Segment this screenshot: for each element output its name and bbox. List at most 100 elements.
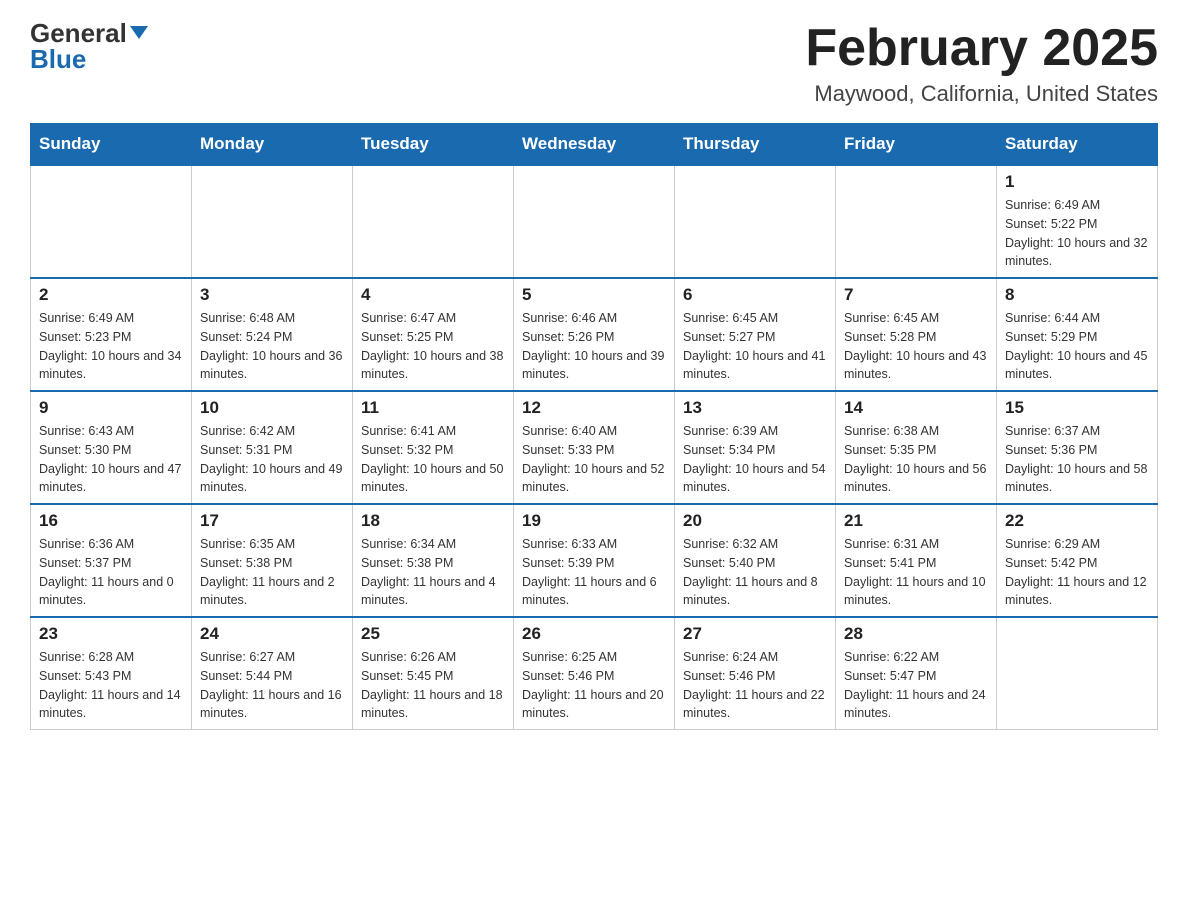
cell-daylight: Daylight: 11 hours and 20 minutes. [522, 688, 664, 721]
cell-sun-info: Sunrise: 6:29 AMSunset: 5:42 PMDaylight:… [1005, 535, 1149, 610]
cell-day-number: 24 [200, 624, 344, 644]
cell-day-number: 15 [1005, 398, 1149, 418]
cell-sun-info: Sunrise: 6:22 AMSunset: 5:47 PMDaylight:… [844, 648, 988, 723]
cell-sunset: Sunset: 5:25 PM [361, 330, 453, 344]
cell-sunrise: Sunrise: 6:33 AM [522, 537, 617, 551]
cell-sun-info: Sunrise: 6:46 AMSunset: 5:26 PMDaylight:… [522, 309, 666, 384]
calendar-cell [353, 165, 514, 278]
calendar-cell [192, 165, 353, 278]
cell-day-number: 4 [361, 285, 505, 305]
cell-sun-info: Sunrise: 6:39 AMSunset: 5:34 PMDaylight:… [683, 422, 827, 497]
calendar-cell: 14Sunrise: 6:38 AMSunset: 5:35 PMDayligh… [836, 391, 997, 504]
calendar-cell: 26Sunrise: 6:25 AMSunset: 5:46 PMDayligh… [514, 617, 675, 730]
cell-sun-info: Sunrise: 6:42 AMSunset: 5:31 PMDaylight:… [200, 422, 344, 497]
calendar-cell: 5Sunrise: 6:46 AMSunset: 5:26 PMDaylight… [514, 278, 675, 391]
cell-sunrise: Sunrise: 6:31 AM [844, 537, 939, 551]
cell-day-number: 27 [683, 624, 827, 644]
cell-day-number: 22 [1005, 511, 1149, 531]
cell-sunset: Sunset: 5:38 PM [361, 556, 453, 570]
cell-sun-info: Sunrise: 6:24 AMSunset: 5:46 PMDaylight:… [683, 648, 827, 723]
cell-sunrise: Sunrise: 6:27 AM [200, 650, 295, 664]
calendar-cell: 9Sunrise: 6:43 AMSunset: 5:30 PMDaylight… [31, 391, 192, 504]
cell-sunset: Sunset: 5:33 PM [522, 443, 614, 457]
col-wednesday: Wednesday [514, 124, 675, 166]
calendar-cell: 13Sunrise: 6:39 AMSunset: 5:34 PMDayligh… [675, 391, 836, 504]
cell-sun-info: Sunrise: 6:26 AMSunset: 5:45 PMDaylight:… [361, 648, 505, 723]
cell-sunset: Sunset: 5:44 PM [200, 669, 292, 683]
cell-day-number: 20 [683, 511, 827, 531]
cell-daylight: Daylight: 10 hours and 34 minutes. [39, 349, 181, 382]
col-monday: Monday [192, 124, 353, 166]
cell-sunrise: Sunrise: 6:29 AM [1005, 537, 1100, 551]
cell-sun-info: Sunrise: 6:49 AMSunset: 5:22 PMDaylight:… [1005, 196, 1149, 271]
cell-sunset: Sunset: 5:36 PM [1005, 443, 1097, 457]
calendar-cell: 23Sunrise: 6:28 AMSunset: 5:43 PMDayligh… [31, 617, 192, 730]
cell-sunrise: Sunrise: 6:40 AM [522, 424, 617, 438]
calendar-cell: 15 Sunrise: 6:37 AMSunset: 5:36 PMDayligh… [997, 391, 1158, 504]
cell-day-number: 8 [1005, 285, 1149, 305]
cell-sunset: Sunset: 5:24 PM [200, 330, 292, 344]
calendar-cell [997, 617, 1158, 730]
cell-day-number: 1 [1005, 172, 1149, 192]
page-header: General Blue February 2025 Maywood, Cali… [30, 20, 1158, 107]
calendar-cell: 19Sunrise: 6:33 AMSunset: 5:39 PMDayligh… [514, 504, 675, 617]
cell-daylight: Daylight: 11 hours and 8 minutes. [683, 575, 818, 608]
calendar-cell [514, 165, 675, 278]
cell-sunset: Sunset: 5:45 PM [361, 669, 453, 683]
cell-sun-info: Sunrise: 6:47 AMSunset: 5:25 PMDaylight:… [361, 309, 505, 384]
cell-daylight: Daylight: 10 hours and 38 minutes. [361, 349, 503, 382]
col-sunday: Sunday [31, 124, 192, 166]
calendar-cell: 21Sunrise: 6:31 AMSunset: 5:41 PMDayligh… [836, 504, 997, 617]
cell-day-number: 18 [361, 511, 505, 531]
cell-day-number: 14 [844, 398, 988, 418]
cell-sunrise: Sunrise: 6:42 AM [200, 424, 295, 438]
cell-day-number: 3 [200, 285, 344, 305]
calendar-cell: 17Sunrise: 6:35 AMSunset: 5:38 PMDayligh… [192, 504, 353, 617]
cell-sunset: Sunset: 5:22 PM [1005, 217, 1097, 231]
calendar-cell: 1 Sunrise: 6:49 AMSunset: 5:22 PMDaylight… [997, 165, 1158, 278]
cell-daylight: Daylight: 10 hours and 32 minutes. [1005, 236, 1147, 269]
cell-day-number: 16 [39, 511, 183, 531]
cell-day-number: 23 [39, 624, 183, 644]
cell-sun-info: Sunrise: 6:37 AMSunset: 5:36 PMDaylight:… [1005, 422, 1149, 497]
col-tuesday: Tuesday [353, 124, 514, 166]
calendar-cell: 2Sunrise: 6:49 AMSunset: 5:23 PMDaylight… [31, 278, 192, 391]
cell-sunset: Sunset: 5:26 PM [522, 330, 614, 344]
cell-daylight: Daylight: 10 hours and 54 minutes. [683, 462, 825, 495]
cell-daylight: Daylight: 11 hours and 0 minutes. [39, 575, 174, 608]
calendar-cell: 6Sunrise: 6:45 AMSunset: 5:27 PMDaylight… [675, 278, 836, 391]
cell-sunrise: Sunrise: 6:26 AM [361, 650, 456, 664]
calendar-cell: 3 Sunrise: 6:48 AM Sunset: 5:24 PM Daylight… [192, 278, 353, 391]
logo-arrow-icon [130, 26, 148, 39]
cell-daylight: Daylight: 10 hours and 45 minutes. [1005, 349, 1147, 382]
calendar-header: Sunday Monday Tuesday Wednesday Thursday… [31, 124, 1158, 166]
cell-sunset: Sunset: 5:31 PM [200, 443, 292, 457]
cell-sunrise: Sunrise: 6:25 AM [522, 650, 617, 664]
cell-daylight: Daylight: 11 hours and 14 minutes. [39, 688, 181, 721]
cell-day-number: 26 [522, 624, 666, 644]
cell-sunrise: Sunrise: 6:44 AM [1005, 311, 1100, 325]
calendar-cell: 4 Sunrise: 6:47 AMSunset: 5:25 PMDaylight… [353, 278, 514, 391]
cell-sunset: Sunset: 5:30 PM [39, 443, 131, 457]
cell-sunrise: Sunrise: 6:45 AM [683, 311, 778, 325]
cell-sunrise: Sunrise: 6:32 AM [683, 537, 778, 551]
cell-daylight: Daylight: 11 hours and 6 minutes. [522, 575, 657, 608]
cell-daylight: Daylight: 10 hours and 41 minutes. [683, 349, 825, 382]
cell-sun-info: Sunrise: 6:36 AMSunset: 5:37 PMDaylight:… [39, 535, 183, 610]
cell-sunrise: Sunrise: 6:35 AM [200, 537, 295, 551]
cell-sunset: Sunset: 5:27 PM [683, 330, 775, 344]
cell-daylight: Daylight: 10 hours and 47 minutes. [39, 462, 181, 495]
cell-daylight: Daylight: 11 hours and 16 minutes. [200, 688, 342, 721]
cell-day-number: 7 [844, 285, 988, 305]
cell-sunrise: Sunrise: 6:48 AM [200, 311, 295, 325]
cell-sun-info: Sunrise: 6:44 AMSunset: 5:29 PMDaylight:… [1005, 309, 1149, 384]
cell-daylight: Daylight: 11 hours and 10 minutes. [844, 575, 986, 608]
cell-day-number: 17 [200, 511, 344, 531]
cell-daylight: Daylight: 10 hours and 36 minutes. [200, 349, 342, 382]
calendar-cell: 24 Sunrise: 6:27 AM Sunset: 5:44 PM Dayligh… [192, 617, 353, 730]
calendar-cell: 16 Sunrise: 6:36 AMSunset: 5:37 PMDayligh… [31, 504, 192, 617]
cell-daylight: Daylight: 11 hours and 22 minutes. [683, 688, 825, 721]
calendar-cell: 18Sunrise: 6:34 AMSunset: 5:38 PMDayligh… [353, 504, 514, 617]
cell-day-number: 9 [39, 398, 183, 418]
cell-sunrise: Sunrise: 6:28 AM [39, 650, 134, 664]
